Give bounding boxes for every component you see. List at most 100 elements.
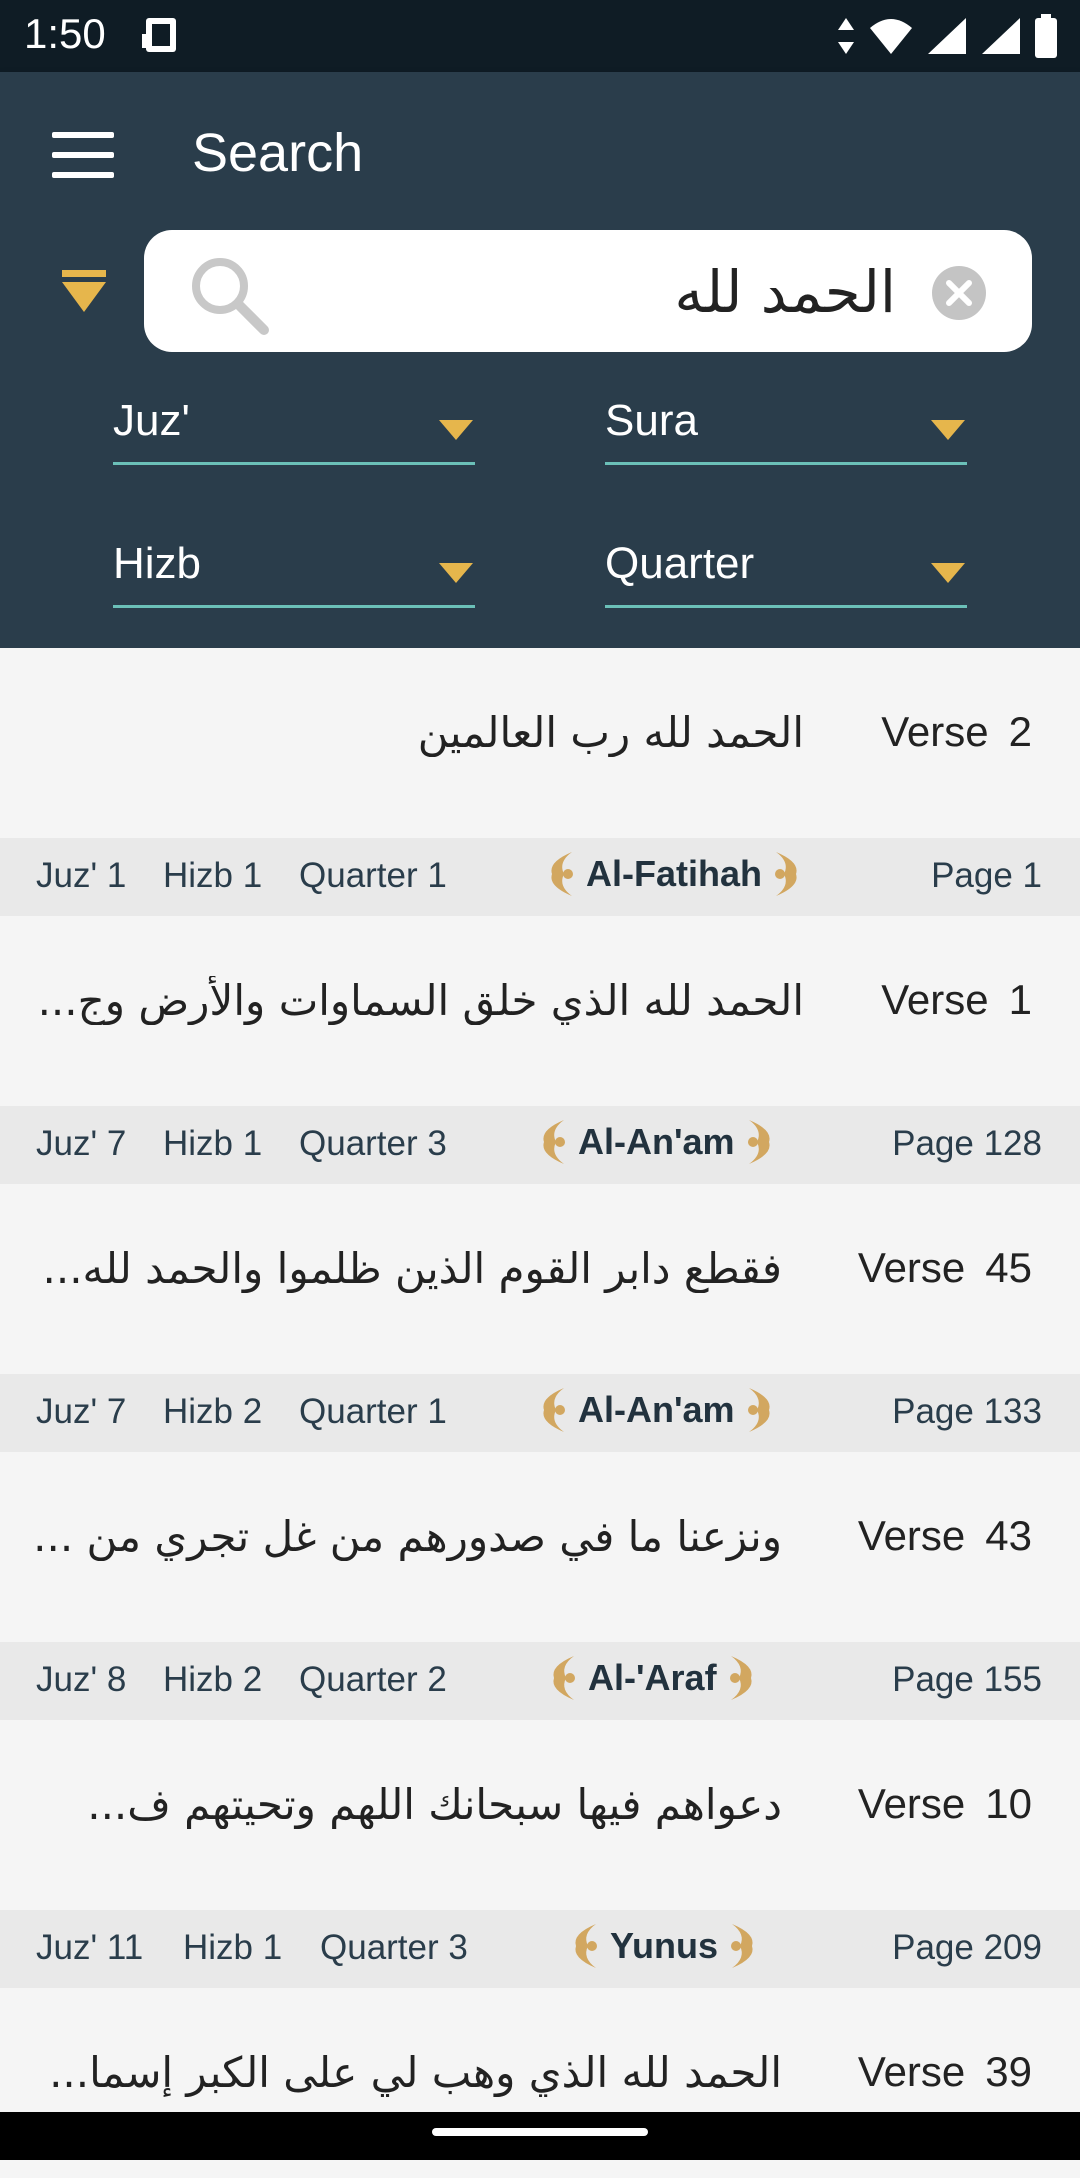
ornament-left-icon (543, 1120, 565, 1164)
ornament-left-icon (543, 1388, 565, 1432)
page-info: Page 1 (931, 856, 1042, 895)
verse-label: Verse 10 (858, 1780, 1032, 1828)
sura-info: Al-An'am (534, 1384, 779, 1436)
hizb-info: Hizb 2 (163, 1660, 263, 1699)
verse-text: ونزعنا ما في صدورهم من غل تجري من ... (33, 1512, 782, 1561)
ornament-left-icon (551, 852, 573, 896)
verse-text: الحمد لله الذي وهب لي على الكبر إسما... (49, 2048, 782, 2097)
result-verse-row[interactable]: فقطع دابر القوم الذين ظلموا والحمد لله..… (0, 1184, 1080, 1374)
clear-search-icon[interactable] (932, 266, 986, 320)
verse-label: Verse 2 (881, 708, 1032, 756)
quarter-dropdown-label: Quarter (605, 539, 755, 588)
verse-label: Verse 43 (858, 1512, 1032, 1560)
sura-info: Al-An'am (534, 1116, 779, 1168)
quarter-info: Quarter 1 (299, 1392, 447, 1431)
juz-info: Juz' 7 (36, 1124, 127, 1163)
result-verse-row[interactable]: الحمد لله الذي خلق السماوات والأرض وج...… (0, 916, 1080, 1106)
verse-number: 1 (1008, 976, 1032, 1023)
verse-word: Verse (857, 1512, 966, 1559)
wifi-icon (870, 19, 912, 54)
hizb-info: Hizb 1 (163, 856, 263, 895)
verse-word: Verse (881, 976, 989, 1023)
ornament-right-icon (775, 852, 797, 896)
juz-info: Juz' 8 (36, 1660, 127, 1699)
signal-icon-2 (982, 18, 1020, 54)
hizb-dropdown[interactable]: Hizb (113, 535, 475, 608)
ornament-right-icon (729, 1656, 752, 1700)
chevron-down-icon (439, 563, 473, 583)
verse-number: 39 (985, 2048, 1032, 2095)
page-info: Page 155 (892, 1660, 1042, 1699)
quarter-info: Quarter 3 (299, 1124, 447, 1163)
sura-name: Al-An'am (578, 1121, 735, 1162)
verse-text: الحمد لله الذي خلق السماوات والأرض وج... (37, 976, 804, 1025)
result-meta-row: Juz' 7 Hizb 2 Quarter 1 Al-An'am Page 13… (0, 1374, 1080, 1452)
juz-info: Juz' 7 (36, 1392, 127, 1431)
sura-info: Al-'Araf (544, 1652, 761, 1704)
verse-text: فقطع دابر القوم الذين ظلموا والحمد لله..… (42, 1244, 783, 1293)
verse-number: 2 (1008, 708, 1032, 755)
juz-info: Juz' 1 (36, 856, 127, 895)
sura-info: Al-Fatihah (542, 848, 806, 900)
result-meta-row: Juz' 8 Hizb 2 Quarter 2 Al-'Araf Page 15… (0, 1642, 1080, 1720)
search-input[interactable] (294, 248, 898, 336)
quarter-info: Quarter 3 (320, 1928, 468, 1967)
juz-info: Juz' 11 (36, 1928, 144, 1967)
ornament-right-icon (731, 1924, 753, 1968)
signal-icon (928, 18, 966, 54)
hizb-info: Hizb 1 (163, 1124, 263, 1163)
quarter-info: Quarter 2 (299, 1660, 447, 1699)
sura-info: Yunus (566, 1920, 762, 1972)
status-time: 1:50 (24, 10, 106, 57)
hizb-dropdown-label: Hizb (113, 539, 202, 588)
quarter-dropdown[interactable]: Quarter (605, 535, 967, 608)
results-list: الحمد لله رب العالمين Verse 2 Juz' 1 Hizb… (0, 648, 1080, 2178)
hizb-info: Hizb 1 (183, 1928, 283, 1967)
result-verse-row[interactable]: الحمد لله رب العالمين Verse 2 (0, 648, 1080, 838)
verse-label: Verse 39 (858, 2048, 1032, 2096)
page-title: Search (192, 123, 364, 183)
sura-dropdown-label: Sura (605, 396, 698, 445)
sura-name: Al-'Araf (588, 1657, 717, 1698)
data-arrows-icon (838, 18, 854, 54)
ornament-left-icon (553, 1656, 575, 1700)
status-bar: 1:50 (0, 0, 1080, 72)
chevron-down-icon (439, 420, 473, 440)
search-box (144, 230, 1032, 352)
quarter-info: Quarter 1 (299, 856, 447, 895)
page-info: Page 133 (892, 1392, 1042, 1431)
verse-number: 10 (985, 1780, 1032, 1827)
ornament-right-icon (747, 1388, 770, 1432)
chevron-down-icon (931, 563, 965, 583)
sura-name: Al-An'am (578, 1389, 735, 1430)
home-gesture-handle[interactable] (432, 2128, 648, 2136)
menu-icon[interactable] (52, 132, 114, 180)
verse-number: 43 (985, 1512, 1032, 1559)
verse-text: دعواهم فيها سبحانك اللهم وتحيتهم ف... (87, 1780, 782, 1829)
page-info: Page 128 (892, 1124, 1042, 1163)
page-info: Page 209 (892, 1928, 1042, 1967)
search-icon (192, 258, 269, 335)
ornament-left-icon (575, 1924, 597, 1968)
sura-dropdown[interactable]: Sura (605, 392, 967, 465)
ornament-right-icon (747, 1120, 770, 1164)
verse-word: Verse (881, 708, 989, 755)
juz-dropdown[interactable]: Juz' (113, 392, 475, 465)
verse-label: Verse 1 (881, 976, 1032, 1024)
juz-dropdown-label: Juz' (113, 396, 190, 445)
result-meta-row: Juz' 11 Hizb 1 Quarter 3 Yunus Page 209 (0, 1910, 1080, 1988)
verse-word: Verse (857, 2048, 966, 2095)
navigation-bar (0, 2112, 1080, 2160)
verse-word: Verse (857, 1244, 966, 1291)
result-meta-row: Juz' 7 Hizb 1 Quarter 3 Al-An'am Page 12… (0, 1106, 1080, 1184)
verse-word: Verse (857, 1780, 966, 1827)
battery-icon (1035, 14, 1057, 58)
chevron-down-icon (931, 420, 965, 440)
verse-label: Verse 45 (858, 1244, 1032, 1292)
result-verse-row[interactable]: دعواهم فيها سبحانك اللهم وتحيتهم ف... Ve… (0, 1720, 1080, 1910)
filter-collapse-icon[interactable] (58, 268, 110, 316)
sura-name: Yunus (610, 1925, 719, 1966)
hizb-info: Hizb 2 (163, 1392, 263, 1431)
app-bar: Search Juz' Sura Hizb Quarter (0, 72, 1080, 648)
result-verse-row[interactable]: ونزعنا ما في صدورهم من غل تجري من ... Ve… (0, 1452, 1080, 1642)
